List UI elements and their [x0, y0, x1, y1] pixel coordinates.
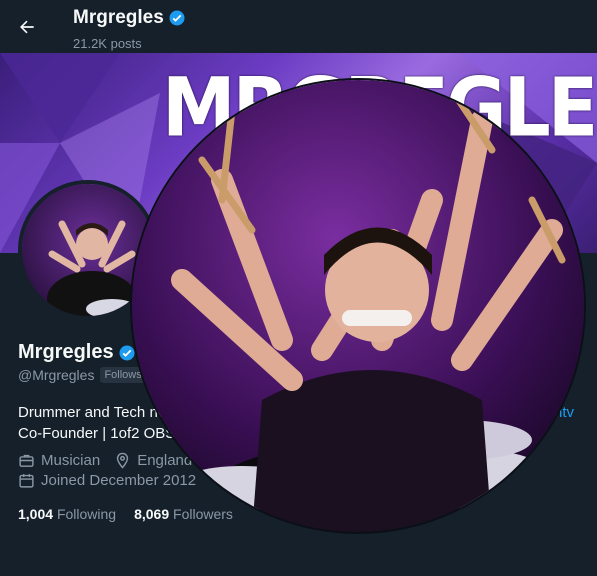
profile-name: Mrgregles	[18, 341, 136, 364]
profile-location: England	[137, 452, 193, 469]
calendar-icon	[19, 474, 34, 488]
back-arrow-icon	[20, 20, 34, 34]
briefcase-icon	[19, 454, 34, 467]
handle: @Mrgregles	[18, 367, 95, 383]
verified-badge-icon	[168, 9, 186, 27]
following-link[interactable]: 1,004 Following	[18, 506, 116, 522]
enlarged-profile-photo[interactable]	[132, 80, 584, 532]
followers-label: Followers	[173, 506, 233, 522]
follow-counts: 1,004 Following 8,069 Followers	[18, 506, 233, 522]
followers-count: 8,069	[134, 506, 170, 522]
verified-badge-icon	[118, 344, 136, 362]
location-pin-icon	[117, 452, 129, 469]
back-button[interactable]	[12, 12, 42, 42]
profile-category: Musician	[41, 452, 101, 469]
joined-date: Joined December 2012	[41, 472, 197, 489]
header-name: Mrgregles	[73, 7, 164, 28]
display-name: Mrgregles	[18, 341, 114, 363]
follows-you-badge: Follows	[100, 367, 146, 383]
profile-handle-row: @Mrgregles Follows	[18, 367, 146, 383]
following-count: 1,004	[18, 506, 54, 522]
header-title: Mrgregles	[73, 7, 186, 29]
followers-link[interactable]: 8,069 Followers	[134, 506, 233, 522]
profile-header: Mrgregles 21.2K posts	[0, 0, 597, 53]
profile-meta-row: Musician England	[18, 452, 192, 469]
post-count: 21.2K posts	[73, 36, 142, 51]
following-label: Following	[56, 506, 117, 522]
joined-row: Joined December 2012	[18, 472, 196, 489]
